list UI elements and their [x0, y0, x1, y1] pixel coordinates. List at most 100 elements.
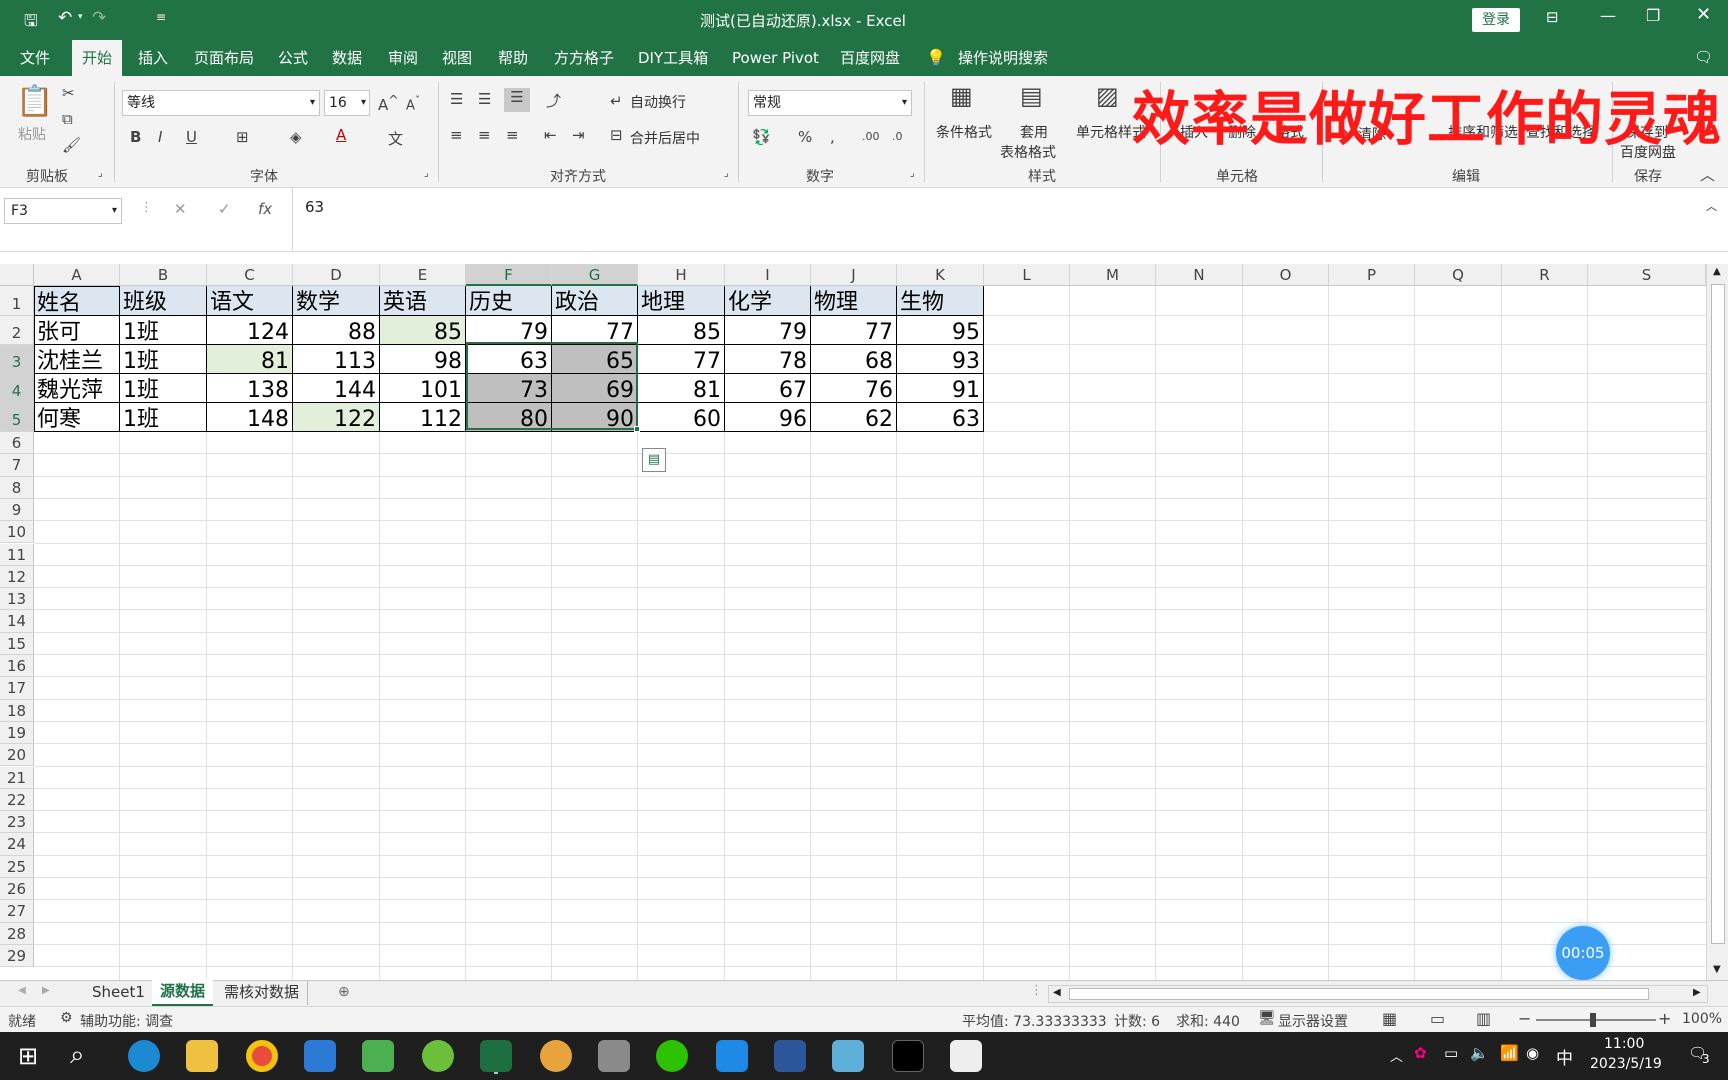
row-header-16[interactable]: 16 [0, 655, 34, 678]
sheet-tab-sheet1[interactable]: Sheet1 [80, 981, 158, 1005]
row-header-24[interactable]: 24 [0, 833, 34, 856]
prev-sheet-icon[interactable]: ◀ [18, 985, 26, 996]
row-header-5[interactable]: 5 [0, 403, 34, 432]
decrease-indent-icon[interactable]: ⇤ [544, 126, 557, 144]
tab-page-layout[interactable]: 页面布局 [194, 40, 254, 76]
word-icon[interactable] [774, 1040, 806, 1072]
number-format-select[interactable]: 常规 ▾ [748, 90, 912, 116]
tab-data[interactable]: 数据 [332, 40, 362, 76]
name-box[interactable]: F3 ▾ [4, 198, 122, 224]
row-header-19[interactable]: 19 [0, 721, 34, 745]
undo-dropdown-icon[interactable]: ▾ [78, 12, 83, 22]
copy-icon[interactable]: ⧉ [62, 110, 73, 128]
bold-icon[interactable]: B [130, 128, 141, 146]
table-cell[interactable]: 101 [380, 374, 466, 403]
ime-indicator[interactable]: 中 [1556, 1044, 1573, 1069]
align-middle-icon[interactable]: ☰ [478, 90, 491, 108]
scroll-right-icon[interactable]: ▶ [1693, 987, 1701, 998]
border-icon[interactable]: ⊞ [236, 128, 249, 146]
clipboard-launcher-icon[interactable]: ⌟ [98, 168, 103, 179]
table-header-cell[interactable]: 物理 [811, 286, 897, 316]
increase-font-icon[interactable]: A^ [378, 92, 399, 114]
format-painter-icon[interactable]: 🖌 [62, 136, 81, 154]
column-header-q[interactable]: Q [1415, 264, 1502, 286]
table-header-cell[interactable]: 地理 [638, 286, 725, 316]
sheet-tab-check[interactable]: 需核对数据 [216, 981, 309, 1005]
search-icon[interactable]: ⌕ [70, 1040, 85, 1071]
table-cell[interactable]: 1班 [120, 374, 207, 403]
table-cell[interactable]: 何寒 [34, 403, 120, 432]
font-size-select[interactable]: 16 ▾ [324, 90, 370, 116]
app-blue-icon[interactable] [716, 1040, 748, 1072]
table-cell[interactable]: 85 [380, 316, 466, 345]
insert-function-icon[interactable]: fx [258, 200, 272, 218]
quick-analysis-icon[interactable]: ▤ [642, 448, 666, 472]
table-cell[interactable]: 魏光萍 [34, 374, 120, 403]
align-left-icon[interactable]: ≡ [450, 126, 463, 144]
app-cyan-icon[interactable] [832, 1040, 864, 1072]
row-header-8[interactable]: 8 [0, 476, 34, 499]
row-header-9[interactable]: 9 [0, 498, 34, 522]
table-cell[interactable]: 98 [380, 345, 466, 374]
tab-insert[interactable]: 插入 [138, 40, 168, 76]
customize-qat-icon[interactable]: ≡ [156, 10, 166, 24]
zoom-slider-thumb[interactable] [1590, 1013, 1596, 1027]
row-header-2[interactable]: 2 [0, 316, 34, 345]
enter-icon[interactable]: ✓ [218, 200, 231, 218]
decrease-font-icon[interactable]: Aˇ [406, 94, 420, 113]
vscode-icon[interactable] [304, 1040, 336, 1072]
file-explorer-icon[interactable] [186, 1040, 218, 1072]
column-header-l[interactable]: L [984, 264, 1070, 286]
align-bottom-icon[interactable]: ☰ [504, 88, 530, 112]
column-header-b[interactable]: B [120, 264, 207, 286]
table-cell[interactable]: 77 [552, 316, 638, 345]
table-cell[interactable]: 78 [725, 345, 811, 374]
table-cell[interactable]: 65 [552, 345, 638, 374]
tab-baidu[interactable]: 百度网盘 [840, 40, 900, 76]
table-cell[interactable]: 63 [466, 345, 552, 374]
column-header-f[interactable]: F [466, 264, 552, 286]
table-cell[interactable]: 63 [897, 403, 984, 432]
redo-icon[interactable]: ↷ [92, 8, 106, 28]
table-cell[interactable]: 73 [466, 374, 552, 403]
table-header-cell[interactable]: 政治 [552, 286, 638, 316]
close-icon[interactable]: ✕ [1696, 4, 1711, 25]
paste-label[interactable]: 粘贴 [18, 124, 46, 144]
table-cell[interactable]: 77 [638, 345, 725, 374]
row-header-26[interactable]: 26 [0, 878, 34, 901]
terminal-icon[interactable] [892, 1040, 924, 1072]
edge-icon[interactable] [128, 1040, 160, 1072]
column-header-n[interactable]: N [1156, 264, 1243, 286]
row-header-10[interactable]: 10 [0, 521, 34, 544]
align-right-icon[interactable]: ≡ [506, 126, 519, 144]
number-launcher-icon[interactable]: ⌟ [910, 168, 915, 179]
increase-decimal-icon[interactable]: .00 [862, 130, 880, 143]
drag-handle-icon[interactable]: ⋮ [140, 200, 153, 215]
save-icon[interactable]: 🖫 [24, 10, 38, 37]
increase-indent-icon[interactable]: ⇥ [572, 126, 585, 144]
display-settings[interactable]: 显示器设置 [1278, 1011, 1348, 1031]
font-name-select[interactable]: 等线 ▾ [122, 90, 320, 116]
tab-file[interactable]: 文件 [20, 40, 50, 76]
table-format-button-line1[interactable]: 套用 [1020, 122, 1048, 142]
table-cell[interactable]: 76 [811, 374, 897, 403]
table-cell[interactable]: 1班 [120, 316, 207, 345]
tab-view[interactable]: 视图 [442, 40, 472, 76]
fill-color-icon[interactable]: ◈ [290, 128, 302, 146]
clock-time[interactable]: 11:00 [1604, 1036, 1644, 1052]
network-icon[interactable]: 📶 [1500, 1044, 1519, 1062]
column-header-i[interactable]: I [725, 264, 811, 286]
table-cell[interactable]: 122 [293, 403, 380, 432]
table-header-cell[interactable]: 化学 [725, 286, 811, 316]
column-header-d[interactable]: D [293, 264, 380, 286]
decrease-decimal-icon[interactable]: .0 [892, 130, 903, 143]
tab-power-pivot[interactable]: Power Pivot [732, 40, 819, 76]
table-header-cell[interactable]: 生物 [897, 286, 984, 316]
column-header-o[interactable]: O [1243, 264, 1329, 286]
login-button[interactable]: 登录 [1472, 8, 1520, 32]
vertical-scrollbar[interactable]: ▲ ▼ [1706, 264, 1728, 980]
tab-formulas[interactable]: 公式 [278, 40, 308, 76]
table-cell[interactable]: 79 [725, 316, 811, 345]
table-cell[interactable]: 85 [638, 316, 725, 345]
scroll-left-icon[interactable]: ◀ [1053, 987, 1061, 998]
